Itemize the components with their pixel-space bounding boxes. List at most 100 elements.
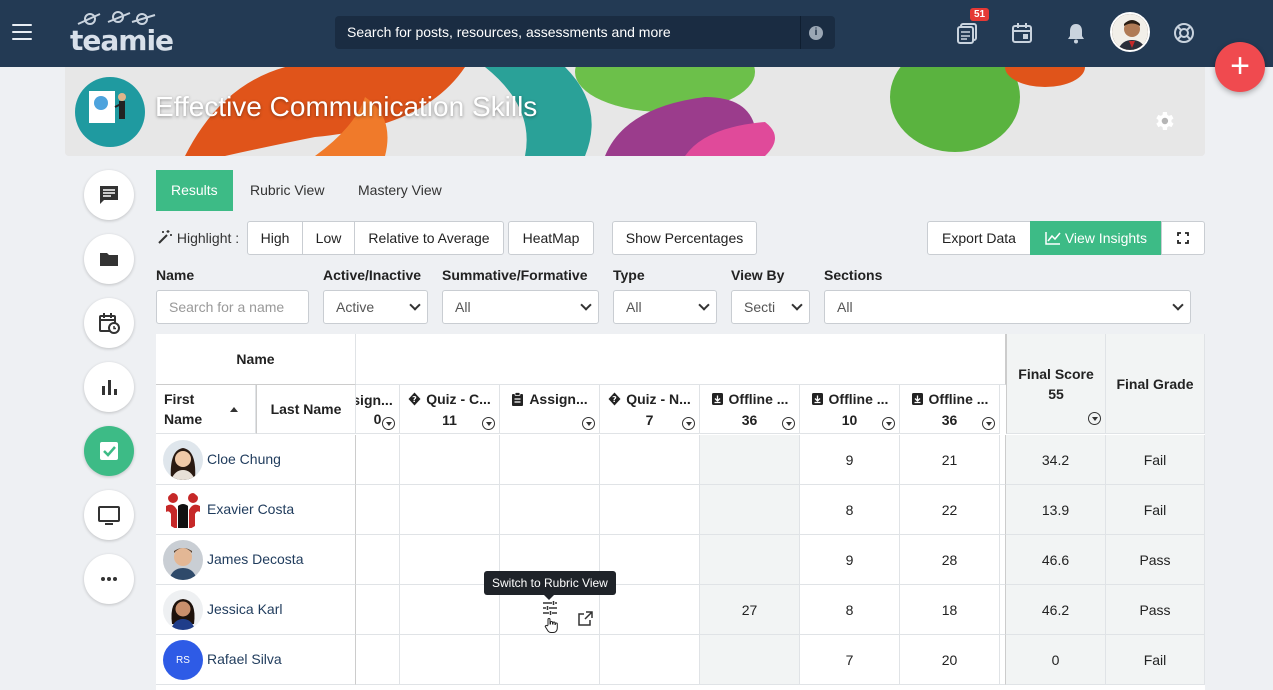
score-cell[interactable] (356, 535, 400, 585)
score-cell[interactable] (700, 435, 800, 485)
bell-icon[interactable] (1065, 22, 1087, 44)
score-cell[interactable] (356, 635, 400, 685)
score-cell[interactable]: 27 (700, 585, 800, 635)
score-cell[interactable]: 28 (900, 535, 1000, 585)
column-menu-icon[interactable] (1088, 412, 1101, 425)
menu-icon[interactable] (12, 24, 32, 40)
column-menu-icon[interactable] (982, 417, 995, 430)
column-header-4[interactable]: ? Quiz - N... 7 (600, 385, 700, 434)
viewby-select[interactable]: Secti (731, 290, 810, 324)
column-header-3[interactable]: Assign... (500, 385, 600, 434)
table-row[interactable]: James Decosta (156, 535, 356, 585)
student-name[interactable]: Jessica Karl (207, 601, 282, 617)
sidebar-gradebook[interactable] (84, 426, 134, 476)
sidebar-analytics[interactable] (84, 362, 134, 412)
score-cell[interactable] (500, 435, 600, 485)
score-cell[interactable] (600, 485, 700, 535)
table-row[interactable]: Exavier Costa (156, 485, 356, 535)
column-menu-icon[interactable] (582, 417, 595, 430)
fullscreen-button[interactable] (1161, 221, 1205, 255)
column-header-6[interactable]: Offline ... 10 (800, 385, 900, 434)
user-avatar[interactable] (1110, 12, 1150, 52)
name-search-input[interactable]: Search for a name (156, 290, 309, 324)
sort-asc-icon[interactable] (230, 406, 238, 412)
column-header-7[interactable]: Offline ... 36 (900, 385, 1000, 434)
student-name[interactable]: James Decosta (207, 551, 303, 567)
score-cell[interactable]: 9 (800, 435, 900, 485)
score-cell[interactable] (356, 585, 400, 635)
sidebar-more[interactable] (84, 554, 134, 604)
first-name-header[interactable]: First Name (156, 385, 256, 434)
column-header-5[interactable]: Offline ... 36 (700, 385, 800, 434)
score-cell[interactable] (600, 435, 700, 485)
column-header-2[interactable]: ? Quiz - C... 11 (400, 385, 500, 434)
course-logo (75, 77, 145, 147)
add-button[interactable]: + (1215, 42, 1265, 92)
column-menu-icon[interactable] (382, 417, 395, 430)
column-menu-icon[interactable] (882, 417, 895, 430)
heatmap-button[interactable]: HeatMap (508, 221, 594, 255)
score-cell[interactable] (700, 485, 800, 535)
sections-select[interactable]: All (824, 290, 1191, 324)
table-row[interactable]: Cloe Chung (156, 435, 356, 485)
posts-icon[interactable] (957, 22, 979, 44)
student-name[interactable]: Exavier Costa (207, 501, 294, 517)
score-cell[interactable] (356, 435, 400, 485)
sidebar-files[interactable] (84, 234, 134, 284)
column-title: Offline ... (828, 390, 889, 407)
score-cell[interactable] (500, 485, 600, 535)
last-name-header[interactable]: Last Name (256, 385, 356, 434)
gear-icon[interactable] (1152, 109, 1176, 133)
open-external-icon[interactable] (578, 611, 593, 626)
rubric-view-icon[interactable] (542, 600, 558, 616)
highlight-low-button[interactable]: Low (302, 221, 355, 255)
final-score-header[interactable]: Final Score 55 (1006, 334, 1106, 434)
quiz-icon: ? (408, 392, 421, 409)
score-cell[interactable] (700, 535, 800, 585)
score-cell[interactable] (400, 485, 500, 535)
score-cell[interactable] (400, 435, 500, 485)
score-cell[interactable]: 7 (800, 635, 900, 685)
highlight-relative-button[interactable]: Relative to Average (354, 221, 504, 255)
show-percentages-button[interactable]: Show Percentages (612, 221, 757, 255)
active-select[interactable]: Active (323, 290, 428, 324)
score-cell[interactable] (356, 485, 400, 535)
info-icon[interactable]: i (809, 26, 823, 40)
column-header-1[interactable]: sign... 0 (356, 385, 400, 434)
teamie-logo[interactable]: teamie (70, 10, 174, 57)
score-cell[interactable]: 18 (900, 585, 1000, 635)
sidebar-posts[interactable] (84, 170, 134, 220)
score-cell[interactable]: 9 (800, 535, 900, 585)
type-select[interactable]: All (613, 290, 717, 324)
score-cell[interactable]: 8 (800, 485, 900, 535)
column-title: Quiz - N... (626, 390, 691, 407)
tab-rubric-view[interactable]: Rubric View (235, 170, 339, 211)
tab-results[interactable]: Results (156, 170, 233, 211)
help-icon[interactable] (1173, 22, 1195, 44)
view-insights-button[interactable]: View Insights (1030, 221, 1162, 255)
score-cell[interactable] (500, 635, 600, 685)
sidebar-classroom[interactable] (84, 490, 134, 540)
score-cell[interactable]: 8 (800, 585, 900, 635)
student-name[interactable]: Cloe Chung (207, 451, 281, 467)
highlight-high-button[interactable]: High (247, 221, 303, 255)
search-bar[interactable]: Search for posts, resources, assessments… (335, 16, 835, 49)
offline-icon (911, 392, 924, 409)
calendar-icon[interactable] (1011, 22, 1033, 44)
column-menu-icon[interactable] (782, 417, 795, 430)
score-cell[interactable]: 21 (900, 435, 1000, 485)
score-cell[interactable]: 20 (900, 635, 1000, 685)
export-data-button[interactable]: Export Data (927, 221, 1031, 255)
sidebar-schedule[interactable] (84, 298, 134, 348)
score-cell[interactable]: 22 (900, 485, 1000, 535)
score-cell[interactable] (600, 635, 700, 685)
table-row[interactable]: Jessica Karl (156, 585, 356, 635)
column-menu-icon[interactable] (682, 417, 695, 430)
score-cell[interactable] (400, 635, 500, 685)
tab-mastery-view[interactable]: Mastery View (343, 170, 457, 211)
column-menu-icon[interactable] (482, 417, 495, 430)
summative-select[interactable]: All (442, 290, 599, 324)
score-cell[interactable] (700, 635, 800, 685)
table-row[interactable]: RS Rafael Silva (156, 635, 356, 685)
student-name[interactable]: Rafael Silva (207, 651, 282, 667)
